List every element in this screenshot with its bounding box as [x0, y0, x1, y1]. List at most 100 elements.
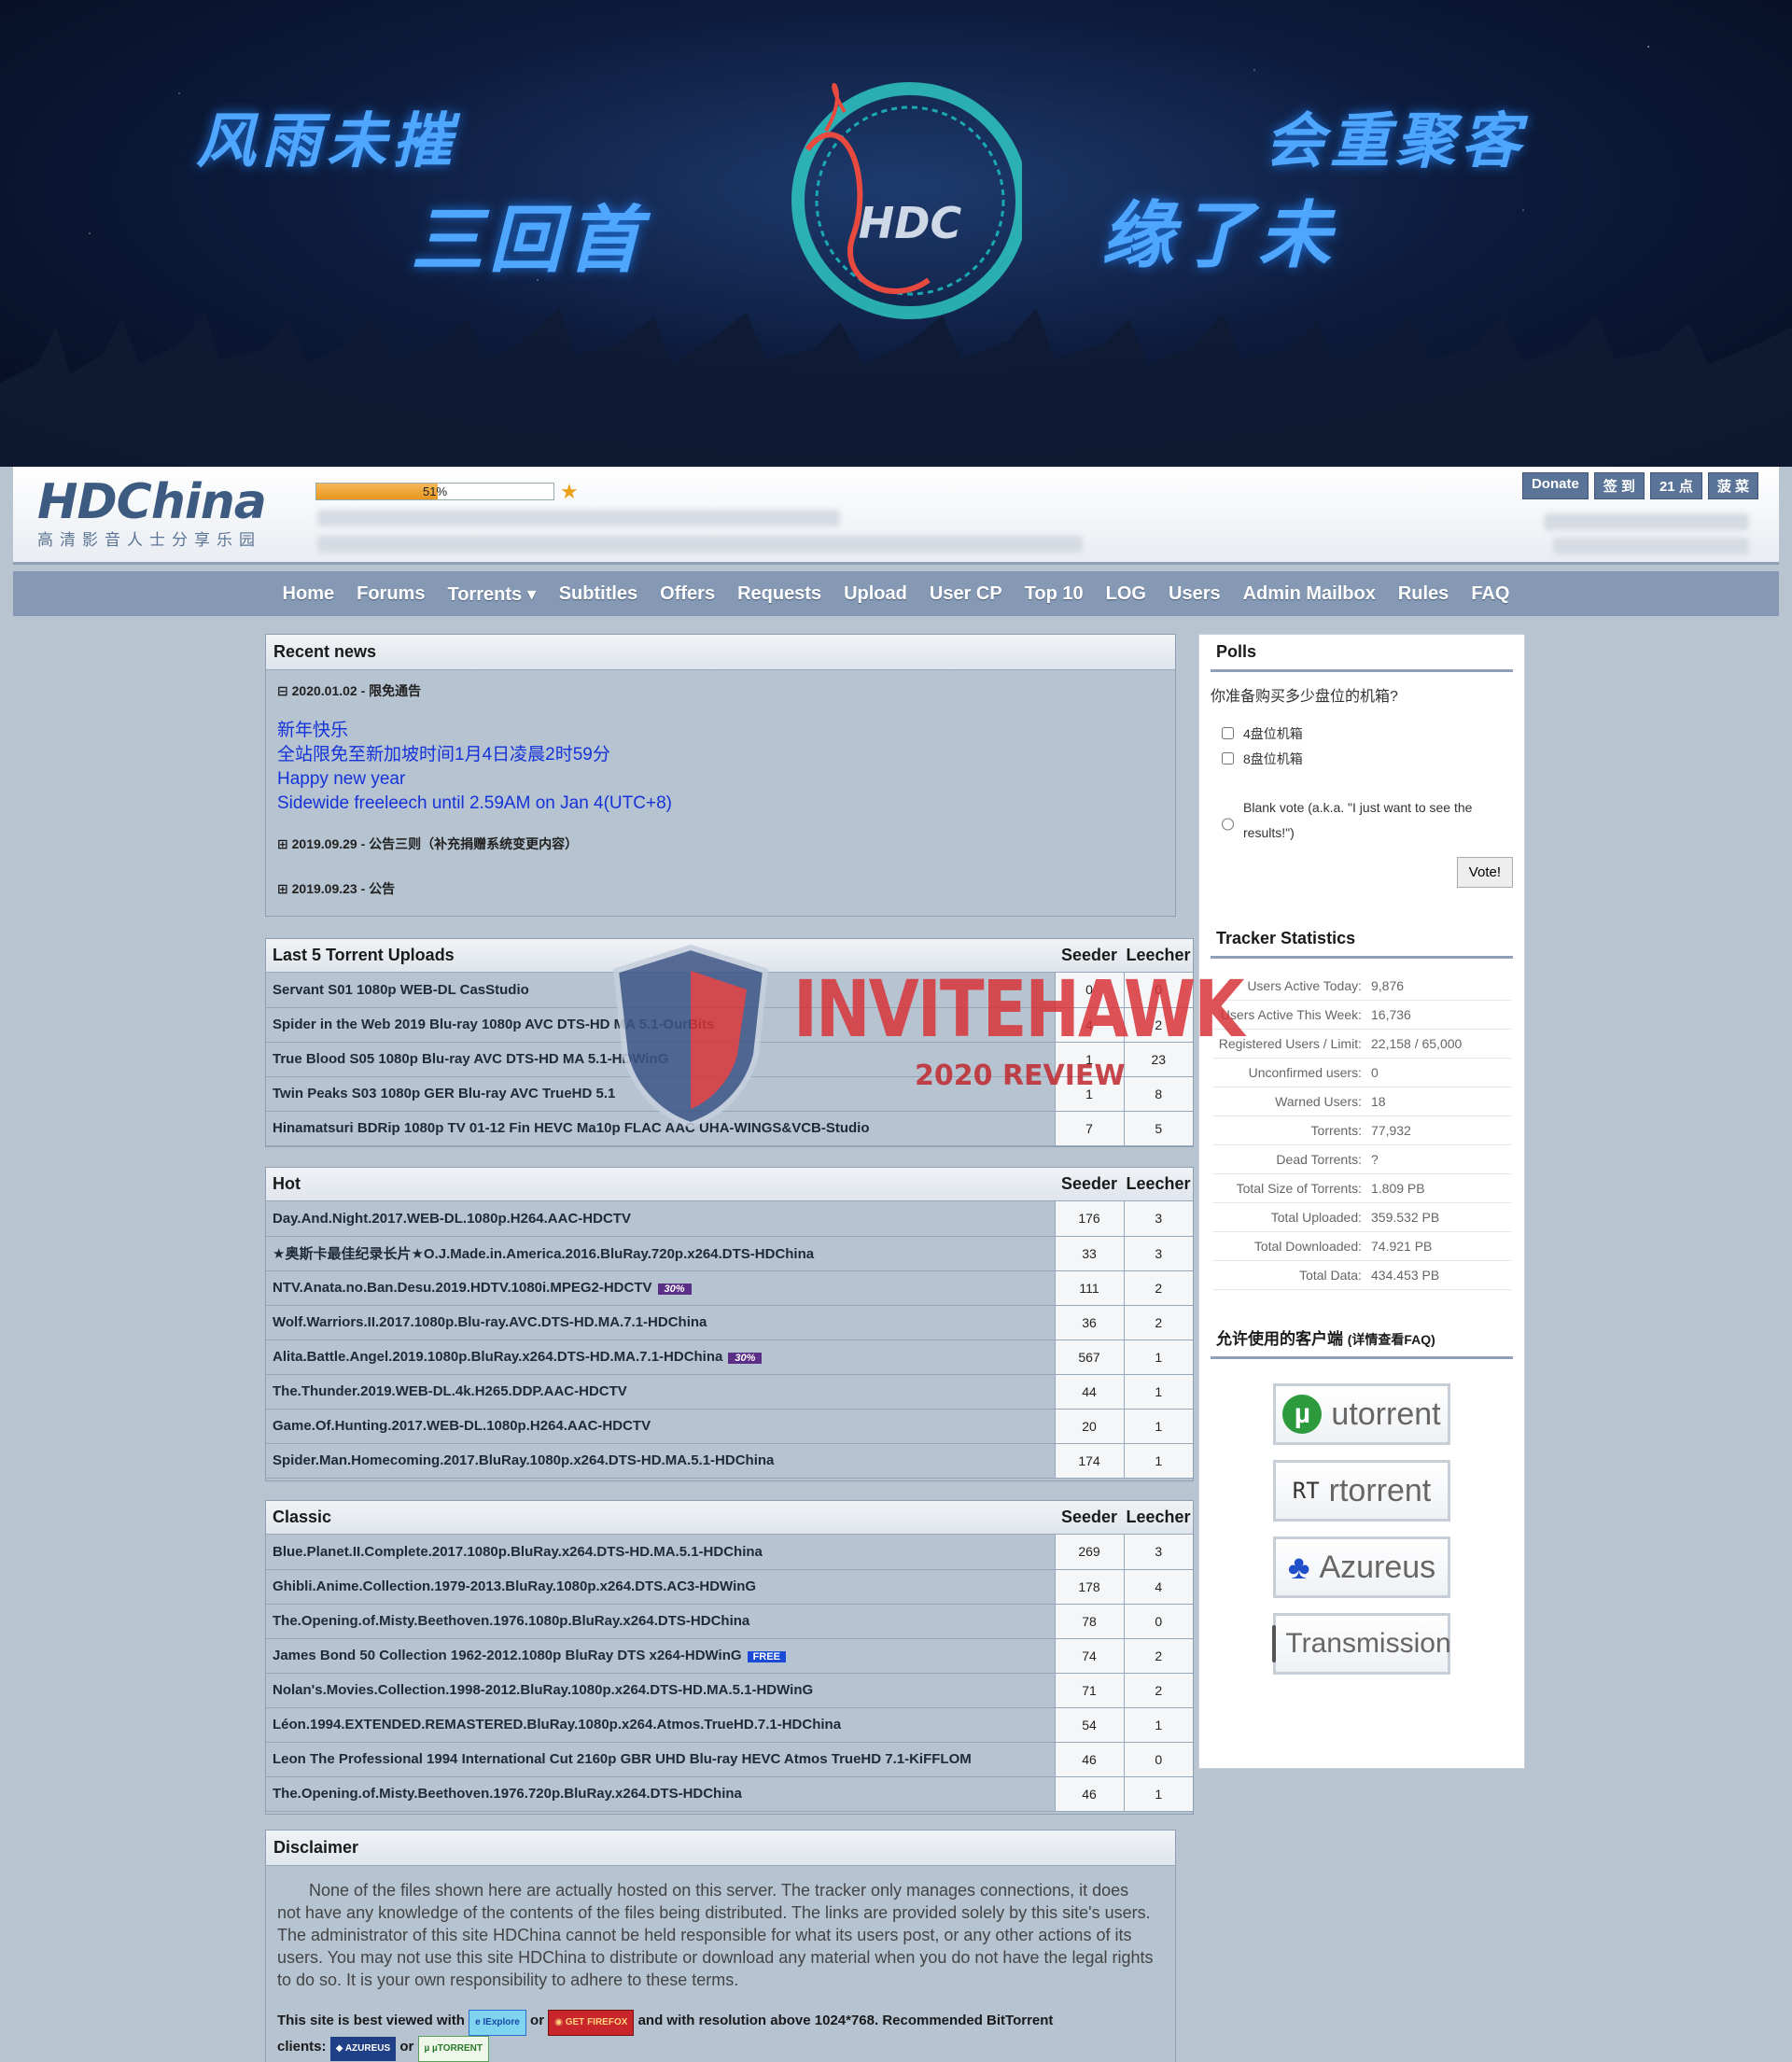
torrent-name[interactable]: The.Thunder.2019.WEB-DL.4k.H265.DDP.AAC-… [266, 1374, 1055, 1410]
firefox-badge[interactable]: ◉ GET FIREFOX [548, 2010, 635, 2036]
leecher-count[interactable]: 2 [1123, 1270, 1193, 1306]
poll-blank-radio[interactable] [1222, 803, 1234, 846]
torrent-row[interactable]: The.Opening.of.Misty.Beethoven.1976.720p… [266, 1776, 1193, 1812]
checkin-button[interactable]: 签 到 [1593, 472, 1645, 499]
torrent-name[interactable]: Game.Of.Hunting.2017.WEB-DL.1080p.H264.A… [266, 1409, 1055, 1444]
torrent-name-text[interactable]: The.Thunder.2019.WEB-DL.4k.H265.DDP.AAC-… [273, 1383, 627, 1399]
news-item-head[interactable]: ⊞ 2019.09.23 - 公告 [277, 879, 1175, 898]
torrent-name[interactable]: The.Opening.of.Misty.Beethoven.1976.720p… [266, 1776, 1055, 1812]
torrent-name[interactable]: ★奥斯卡最佳纪录长片★O.J.Made.in.America.2016.BluR… [266, 1236, 1055, 1271]
torrent-name-text[interactable]: Spider.Man.Homecoming.2017.BluRay.1080p.… [273, 1452, 774, 1468]
torrent-name-text[interactable]: Blue.Planet.II.Complete.2017.1080p.BluRa… [273, 1544, 763, 1560]
torrent-row[interactable]: Leon The Professional 1994 International… [266, 1742, 1193, 1777]
nav-admin-mailbox[interactable]: Admin Mailbox [1232, 583, 1387, 605]
leecher-count[interactable]: 2 [1123, 1673, 1193, 1708]
torrent-name[interactable]: Léon.1994.EXTENDED.REMASTERED.BluRay.108… [266, 1707, 1055, 1743]
leecher-count[interactable]: 1 [1123, 1409, 1193, 1444]
donate-button[interactable]: Donate [1521, 472, 1589, 499]
leecher-count[interactable]: 1 [1123, 1443, 1193, 1479]
torrent-row[interactable]: Blue.Planet.II.Complete.2017.1080p.BluRa… [266, 1535, 1193, 1570]
seeder-count[interactable]: 176 [1054, 1201, 1124, 1237]
torrent-name-text[interactable]: ★奥斯卡最佳纪录长片★O.J.Made.in.America.2016.BluR… [273, 1246, 814, 1262]
utorrent-badge[interactable]: µ µTORRENT [417, 2036, 489, 2062]
torrent-row[interactable]: The.Opening.of.Misty.Beethoven.1976.1080… [266, 1604, 1193, 1639]
torrent-row[interactable]: Day.And.Night.2017.WEB-DL.1080p.H264.AAC… [266, 1201, 1193, 1237]
torrent-name[interactable]: Leon The Professional 1994 International… [266, 1742, 1055, 1777]
torrent-name-text[interactable]: Twin Peaks S03 1080p GER Blu-ray AVC Tru… [273, 1086, 615, 1101]
torrent-name[interactable]: Wolf.Warriors.II.2017.1080p.Blu-ray.AVC.… [266, 1305, 1055, 1340]
leecher-count[interactable]: 2 [1123, 1638, 1193, 1674]
seeder-count[interactable]: 44 [1054, 1374, 1124, 1410]
clients-faq-note[interactable]: (详情查看FAQ) [1348, 1332, 1435, 1347]
seeder-count[interactable]: 46 [1054, 1776, 1124, 1812]
torrent-row[interactable]: ★奥斯卡最佳纪录长片★O.J.Made.in.America.2016.BluR… [266, 1236, 1193, 1271]
poll-option-checkbox[interactable] [1222, 752, 1234, 764]
torrent-row[interactable]: Spider.Man.Homecoming.2017.BluRay.1080p.… [266, 1443, 1193, 1479]
seeder-count[interactable]: 46 [1054, 1742, 1124, 1777]
leecher-count[interactable]: 0 [1123, 1604, 1193, 1639]
torrent-name-text[interactable]: Nolan's.Movies.Collection.1998-2012.BluR… [273, 1682, 813, 1698]
nav-requests[interactable]: Requests [726, 583, 833, 605]
seeder-count[interactable]: 71 [1054, 1673, 1124, 1708]
torrent-name-text[interactable]: Alita.Battle.Angel.2019.1080p.BluRay.x26… [273, 1349, 722, 1365]
seeder-count[interactable]: 54 [1054, 1707, 1124, 1743]
client-azureus[interactable]: ♣ Azureus [1273, 1536, 1450, 1598]
site-logo[interactable]: HDChina 高清影音人士分享乐园 [37, 474, 299, 563]
nav-faq[interactable]: FAQ [1460, 583, 1520, 605]
leecher-count[interactable]: 0 [1123, 1742, 1193, 1777]
torrent-name[interactable]: Blue.Planet.II.Complete.2017.1080p.BluRa… [266, 1535, 1055, 1570]
nav-log[interactable]: LOG [1095, 583, 1157, 605]
torrent-row[interactable]: Ghibli.Anime.Collection.1979-2013.BluRay… [266, 1569, 1193, 1605]
nav-forums[interactable]: Forums [345, 583, 436, 605]
seeder-count[interactable]: 111 [1054, 1270, 1124, 1306]
vote-button[interactable]: Vote! [1456, 857, 1513, 888]
leecher-count[interactable]: 1 [1123, 1340, 1193, 1375]
torrent-name[interactable]: Ghibli.Anime.Collection.1979-2013.BluRay… [266, 1569, 1055, 1605]
seeder-count[interactable]: 74 [1054, 1638, 1124, 1674]
bet-button[interactable]: 菠 菜 [1707, 472, 1758, 499]
nav-subtitles[interactable]: Subtitles [548, 583, 649, 605]
torrent-row[interactable]: Game.Of.Hunting.2017.WEB-DL.1080p.H264.A… [266, 1409, 1193, 1444]
blackjack-button[interactable]: 21 点 [1649, 472, 1702, 499]
nav-top10[interactable]: Top 10 [1014, 583, 1095, 605]
nav-usercp[interactable]: User CP [918, 583, 1014, 605]
torrent-name-text[interactable]: Léon.1994.EXTENDED.REMASTERED.BluRay.108… [273, 1717, 841, 1732]
torrent-name[interactable]: Day.And.Night.2017.WEB-DL.1080p.H264.AAC… [266, 1201, 1055, 1237]
ie-badge[interactable]: e IExplore [469, 2010, 526, 2036]
client-rtorrent[interactable]: RT rtorrent [1273, 1460, 1450, 1522]
torrent-row[interactable]: James Bond 50 Collection 1962-2012.1080p… [266, 1638, 1193, 1674]
leecher-count[interactable]: 2 [1123, 1305, 1193, 1340]
torrent-name-text[interactable]: NTV.Anata.no.Ban.Desu.2019.HDTV.1080i.MP… [273, 1280, 652, 1296]
torrent-name-text[interactable]: The.Opening.of.Misty.Beethoven.1976.720p… [273, 1786, 742, 1802]
nav-torrents[interactable]: Torrents ▾ [436, 582, 547, 606]
nav-rules[interactable]: Rules [1387, 583, 1460, 605]
leecher-count[interactable]: 1 [1123, 1374, 1193, 1410]
client-transmission[interactable]: Transmission [1272, 1613, 1451, 1675]
nav-offers[interactable]: Offers [649, 583, 726, 605]
nav-upload[interactable]: Upload [833, 583, 918, 605]
azureus-badge[interactable]: ◆ AZUREUS [329, 2037, 397, 2061]
torrent-name[interactable]: NTV.Anata.no.Ban.Desu.2019.HDTV.1080i.MP… [266, 1270, 1055, 1306]
leecher-count[interactable]: 1 [1123, 1776, 1193, 1812]
seeder-count[interactable]: 33 [1054, 1236, 1124, 1271]
leecher-count[interactable]: 3 [1123, 1535, 1193, 1570]
torrent-name-text[interactable]: The.Opening.of.Misty.Beethoven.1976.1080… [273, 1613, 749, 1629]
news-item-head[interactable]: ⊞ 2019.09.29 - 公告三则（补充捐赠系统变更内容） [277, 835, 1175, 853]
torrent-name[interactable]: Nolan's.Movies.Collection.1998-2012.BluR… [266, 1673, 1055, 1708]
leecher-count[interactable]: 3 [1123, 1236, 1193, 1271]
poll-option[interactable]: 4盘位机箱 [1222, 721, 1524, 746]
news-item-head[interactable]: ⊟ 2020.01.02 - 限免通告 [277, 681, 1175, 700]
client-utorrent[interactable]: µ utorrent [1273, 1383, 1450, 1445]
torrent-name-text[interactable]: Wolf.Warriors.II.2017.1080p.Blu-ray.AVC.… [273, 1314, 707, 1330]
nav-home[interactable]: Home [272, 583, 346, 605]
poll-option-checkbox[interactable] [1222, 727, 1234, 739]
leecher-count[interactable]: 1 [1123, 1707, 1193, 1743]
seeder-count[interactable]: 36 [1054, 1305, 1124, 1340]
torrent-name-text[interactable]: James Bond 50 Collection 1962-2012.1080p… [273, 1648, 742, 1663]
torrent-row[interactable]: The.Thunder.2019.WEB-DL.4k.H265.DDP.AAC-… [266, 1374, 1193, 1410]
torrent-name-text[interactable]: Ghibli.Anime.Collection.1979-2013.BluRay… [273, 1578, 756, 1594]
torrent-name[interactable]: Spider.Man.Homecoming.2017.BluRay.1080p.… [266, 1443, 1055, 1479]
leecher-count[interactable]: 3 [1123, 1201, 1193, 1237]
torrent-name[interactable]: Alita.Battle.Angel.2019.1080p.BluRay.x26… [266, 1340, 1055, 1375]
leecher-count[interactable]: 4 [1123, 1569, 1193, 1605]
